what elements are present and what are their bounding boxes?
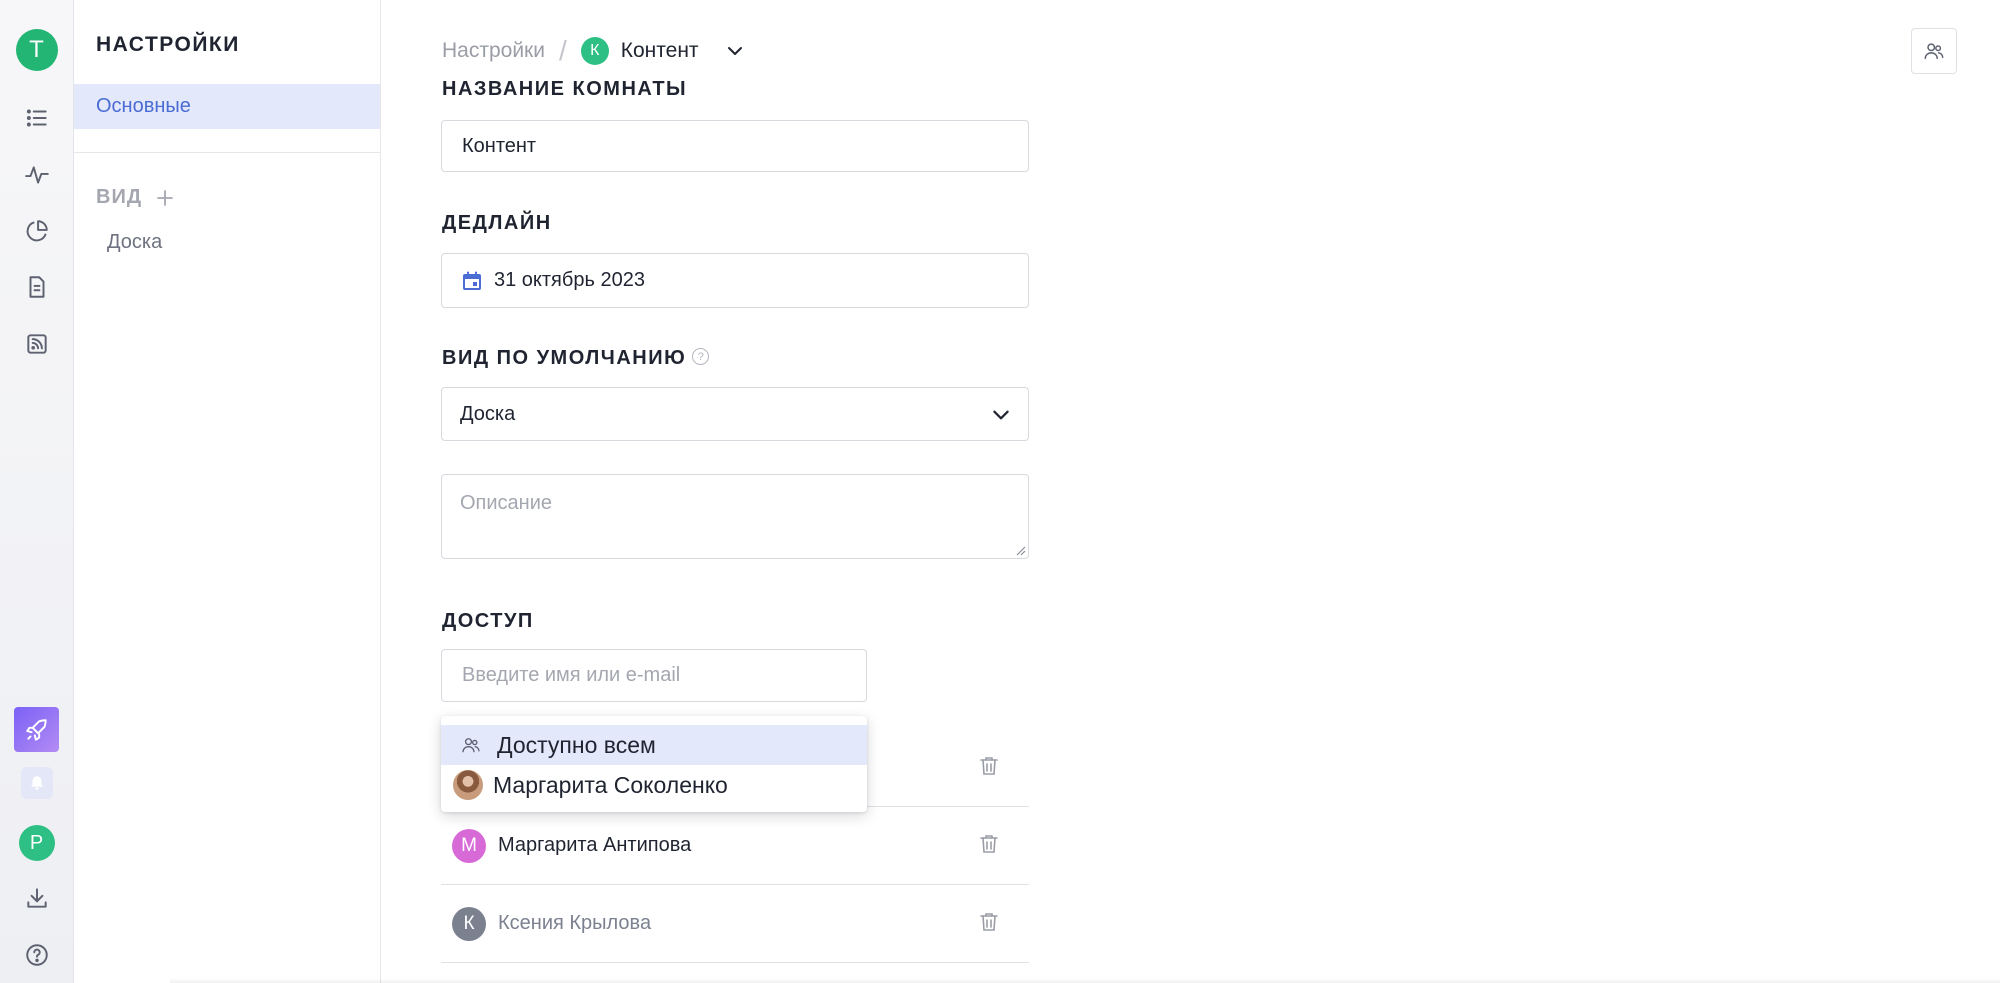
activity-icon[interactable] [0,162,73,188]
sidebar-item-general[interactable]: Основные [74,84,380,129]
user-avatar[interactable]: T [15,29,58,71]
app-rail: T P [0,0,74,983]
breadcrumb-separator: / [558,35,567,66]
download-icon[interactable] [0,885,73,911]
dropdown-item-label: Маргарита Соколенко [493,771,728,798]
default-view-label: ВИД ПО УМОЛЧАНИЮ? [442,347,710,370]
list-icon[interactable] [0,105,73,131]
access-row: К Ксения Крылова [441,885,1029,963]
chevron-down-icon [990,404,1012,426]
default-view-label-text: ВИД ПО УМОЛЧАНИЮ [442,347,687,369]
room-name-input[interactable]: Контент [441,120,1029,172]
default-view-value: Доска [460,402,516,425]
user-photo-avatar [453,770,483,800]
users-icon [1924,43,1944,60]
access-search-input[interactable]: Введите имя или e-mail [441,649,867,702]
pie-chart-icon[interactable] [0,218,73,244]
sidebar-section-title: ВИД [96,186,143,208]
room-name-value: Контент [462,134,537,157]
access-label: ДОСТУП [442,610,534,632]
resize-grip-icon[interactable] [1014,544,1026,556]
sidebar-item-label: Основные [96,95,191,117]
member-avatar: М [452,828,486,863]
trash-icon[interactable] [977,754,1001,783]
document-icon[interactable] [0,274,73,300]
deadline-label: ДЕДЛАЙН [442,212,552,234]
profile-avatar[interactable]: P [18,825,55,861]
member-name: Ксения Крылова [498,912,652,934]
bell-icon[interactable] [20,767,53,799]
room-badge: К [580,37,609,65]
member-name: Маргарита Антипова [498,834,692,856]
description-textarea[interactable]: Описание [441,474,1029,559]
help-icon[interactable] [0,942,73,968]
sidebar-divider [74,152,380,153]
breadcrumb: Настройки / К Контент [442,33,745,69]
deadline-value: 31 октябрь 2023 [494,269,645,291]
dropdown-item-user[interactable]: Маргарита Соколенко [441,765,867,805]
rss-icon[interactable] [0,331,73,357]
trash-icon[interactable] [977,910,1001,939]
access-search-placeholder: Введите имя или e-mail [462,664,681,686]
description-placeholder: Описание [460,492,553,514]
help-icon[interactable]: ? [692,348,710,366]
trash-icon[interactable] [977,832,1001,861]
breadcrumb-room[interactable]: Контент [621,39,699,63]
deadline-input[interactable]: 31 октябрь 2023 [441,253,1029,308]
chevron-down-icon[interactable] [725,41,745,61]
rocket-icon[interactable] [14,707,59,752]
users-icon [461,735,481,755]
members-button[interactable] [1911,28,1957,74]
bottom-shadow [170,978,2000,983]
dropdown-item-label: Доступно всем [497,731,656,758]
breadcrumb-settings[interactable]: Настройки [442,39,545,63]
access-row: М Маргарита Антипова [441,807,1029,885]
add-view-icon[interactable] [156,189,174,207]
access-dropdown: Доступно всем Маргарита Соколенко [441,716,867,812]
sidebar-title: НАСТРОЙКИ [96,33,240,56]
dropdown-item-everyone[interactable]: Доступно всем [441,725,867,765]
default-view-select[interactable]: Доска [441,387,1029,441]
calendar-icon [460,269,484,293]
room-name-label: НАЗВАНИЕ КОМНАТЫ [442,78,688,98]
sidebar-item-board[interactable]: Доска [107,231,162,254]
member-avatar: К [452,906,486,941]
settings-sidebar: НАСТРОЙКИ Основные ВИД Доска [74,0,381,983]
sidebar-section-view: ВИД [96,186,174,209]
